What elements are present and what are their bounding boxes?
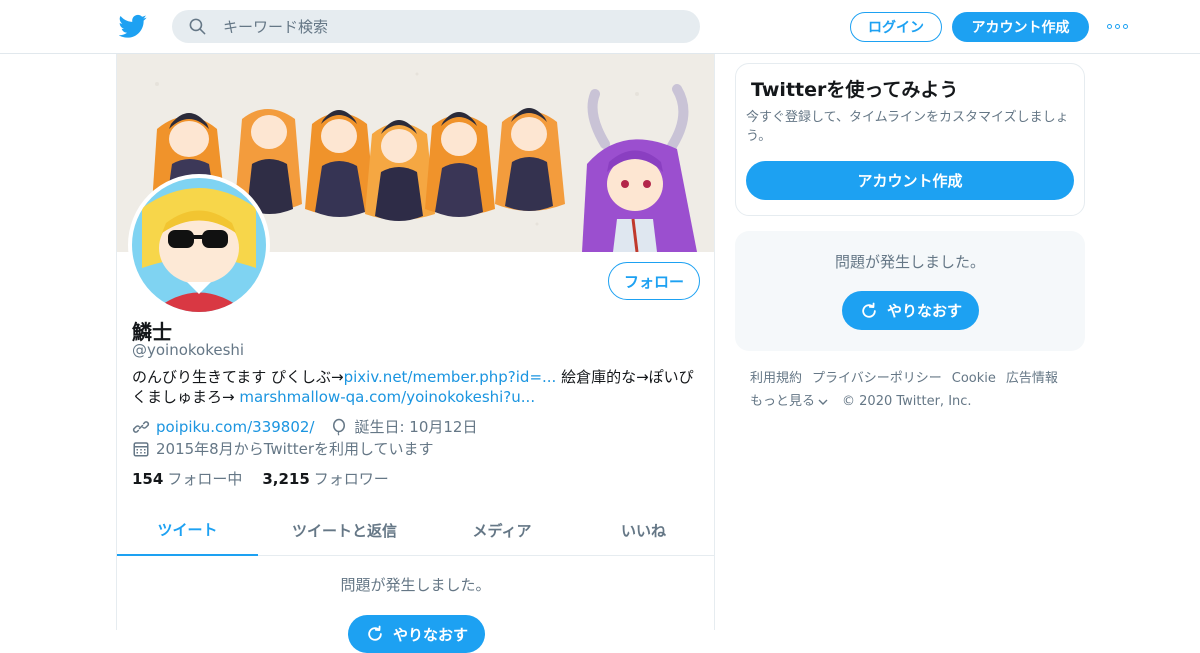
tab-media[interactable]: メディア <box>431 504 573 556</box>
more-options-icon[interactable] <box>1107 20 1131 32</box>
footer-ads-link[interactable]: 広告情報 <box>1006 371 1058 386</box>
profile-birthday: 誕生日: 10月12日 <box>354 418 478 436</box>
footer-more-link[interactable]: もっと見る <box>750 390 828 413</box>
followers-stat[interactable]: 3,215 フォロワー <box>262 468 388 489</box>
bio-link-marshmallow[interactable]: marshmallow-qa.com/yoinokokeshi?u... <box>239 388 535 406</box>
profile-joined-row: 2015年8月からTwitterを利用しています <box>132 438 434 459</box>
footer-privacy-link[interactable]: プライバシーポリシー <box>812 371 942 386</box>
link-icon <box>132 420 150 433</box>
chevron-down-icon <box>818 399 828 405</box>
avatar-illustration <box>132 178 266 312</box>
signup-promo-title: Twitterを使ってみよう <box>751 79 959 101</box>
profile-stats: 154 フォロー中 3,215 フォロワー <box>132 468 389 489</box>
signup-promo-card: Twitterを使ってみよう 今すぐ登録して、タイムラインをカスタマイズしましょ… <box>735 63 1085 216</box>
following-stat[interactable]: 154 フォロー中 <box>132 468 242 489</box>
profile-meta-row: poipiku.com/339802/ 誕生日: 10月12日 <box>132 416 477 437</box>
footer-cookie-link[interactable]: Cookie <box>952 371 996 386</box>
calendar-icon <box>133 441 149 456</box>
search-bar[interactable] <box>172 10 700 43</box>
profile-avatar[interactable] <box>128 174 270 316</box>
signup-button[interactable]: アカウント作成 <box>952 12 1089 42</box>
login-button[interactable]: ログイン <box>850 12 942 42</box>
tab-likes[interactable]: いいね <box>573 504 714 556</box>
bio-text: のんびり生きてます ぴくしぶ→ <box>132 368 344 386</box>
sidebar-retry-button[interactable]: やりなおす <box>842 291 979 330</box>
profile-column: フォロー 鱗士 @yoinokokeshi のんびり生きてます ぴくしぶ→pix… <box>116 54 715 653</box>
footer-terms-link[interactable]: 利用規約 <box>750 371 802 386</box>
search-icon <box>189 18 206 35</box>
profile-joined-date: 2015年8月からTwitterを利用しています <box>156 440 434 458</box>
twitter-bird-icon[interactable] <box>119 12 147 40</box>
refresh-icon <box>862 302 876 318</box>
bio-link-pixiv[interactable]: pixiv.net/member.php?id=... <box>344 368 557 386</box>
tab-tweets[interactable]: ツイート <box>117 504 258 556</box>
profile-handle: @yoinokokeshi <box>132 341 245 359</box>
profile-tabs: ツイート ツイートと返信 メディア いいね <box>117 504 714 556</box>
timeline-retry-button[interactable]: やりなおす <box>348 615 485 653</box>
timeline-error-message: 問題が発生しました。 <box>340 576 491 594</box>
search-input[interactable] <box>223 17 663 36</box>
balloon-icon <box>333 418 346 436</box>
sidebar-error-message: 問題が発生しました。 <box>834 253 985 271</box>
profile-bio: のんびり生きてます ぴくしぶ→pixiv.net/member.php?id=.… <box>132 367 702 407</box>
profile-website-link[interactable]: poipiku.com/339802/ <box>156 418 314 436</box>
top-navigation-bar: ログイン アカウント作成 <box>0 0 1200 54</box>
signup-promo-description: 今すぐ登録して、タイムラインをカスタマイズしましょう。 <box>746 110 1069 144</box>
sidebar-footer: 利用規約 プライバシーポリシー Cookie 広告情報 もっと見る © 2020 Tw… <box>750 367 1080 413</box>
follow-button[interactable]: フォロー <box>608 262 700 300</box>
signup-promo-button[interactable]: アカウント作成 <box>746 161 1074 200</box>
refresh-icon <box>368 625 382 641</box>
tab-tweets-and-replies[interactable]: ツイートと返信 <box>258 504 431 556</box>
footer-copyright: © 2020 Twitter, Inc. <box>842 394 972 409</box>
sidebar-error-card: 問題が発生しました。 やりなおす <box>735 231 1085 351</box>
